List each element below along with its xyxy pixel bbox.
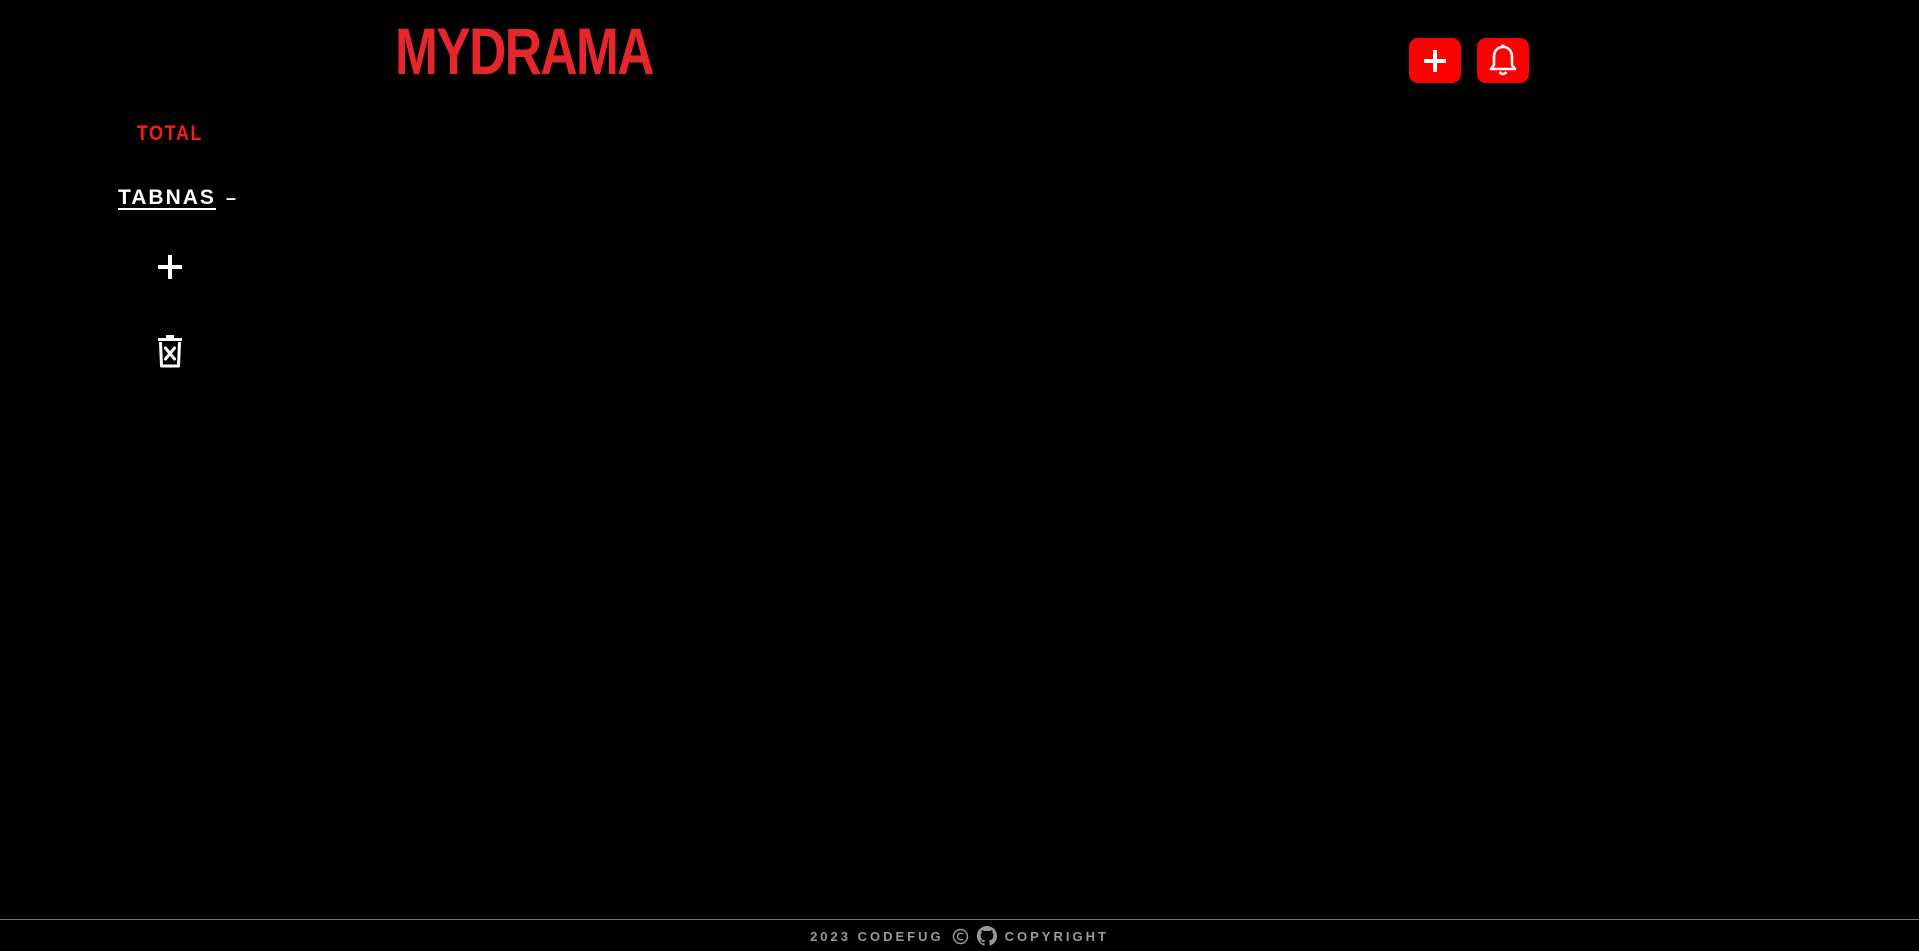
plus-icon [158, 255, 182, 279]
app-logo[interactable]: MYDRAMA [395, 18, 654, 84]
header-actions [1409, 38, 1529, 83]
bell-icon [1489, 44, 1517, 75]
notifications-button[interactable] [1477, 38, 1529, 83]
plus-icon [1424, 49, 1446, 72]
trash-x-icon [158, 335, 182, 368]
sidebar-item-total[interactable]: TOTAL [26, 122, 315, 146]
copyright-icon [952, 928, 968, 944]
footer-author: 2023 CODEFUG [810, 928, 944, 944]
github-icon[interactable] [976, 926, 997, 946]
add-tab-button[interactable] [155, 252, 185, 282]
sidebar-item-tab: TABNAS – [118, 186, 236, 210]
add-drama-button[interactable] [1409, 38, 1461, 83]
tab-remove-dash[interactable]: – [226, 188, 236, 209]
footer: 2023 CODEFUG COPYRIGHT [0, 919, 1919, 951]
tab-label[interactable]: TABNAS [118, 186, 216, 210]
delete-tab-button[interactable] [155, 334, 185, 368]
footer-copyright: COPYRIGHT [1004, 928, 1109, 944]
app-page: MYDRAMA TOTAL TABNAS – 2023 CODEFUG COPY… [0, 0, 1919, 951]
